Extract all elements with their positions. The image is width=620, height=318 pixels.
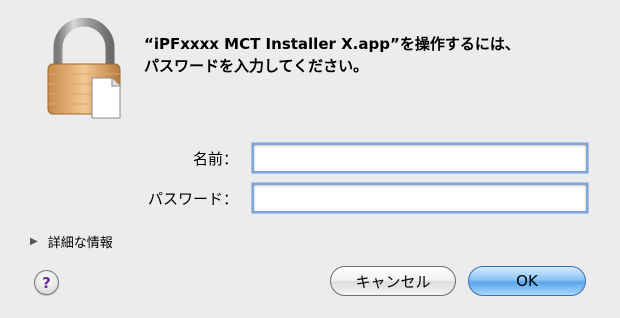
help-button[interactable]: ?: [34, 270, 59, 295]
details-label: 詳細な情報: [47, 236, 113, 251]
password-label: パスワード：: [147, 190, 238, 208]
authentication-dialog: “iPFxxxx MCT Installer X.app”を操作するには、 パス…: [0, 0, 620, 318]
name-label: 名前：: [192, 150, 238, 168]
name-field[interactable]: [252, 143, 588, 173]
cancel-button[interactable]: キャンセル: [330, 266, 456, 296]
details-disclosure[interactable]: ▶ 詳細な情報: [30, 232, 113, 251]
password-field[interactable]: [252, 183, 588, 213]
lock-icon: [47, 18, 121, 119]
ok-button[interactable]: OK: [468, 266, 586, 296]
disclosure-triangle-icon[interactable]: ▶: [30, 236, 38, 247]
dialog-message: “iPFxxxx MCT Installer X.app”を操作するには、 パス…: [144, 35, 520, 75]
